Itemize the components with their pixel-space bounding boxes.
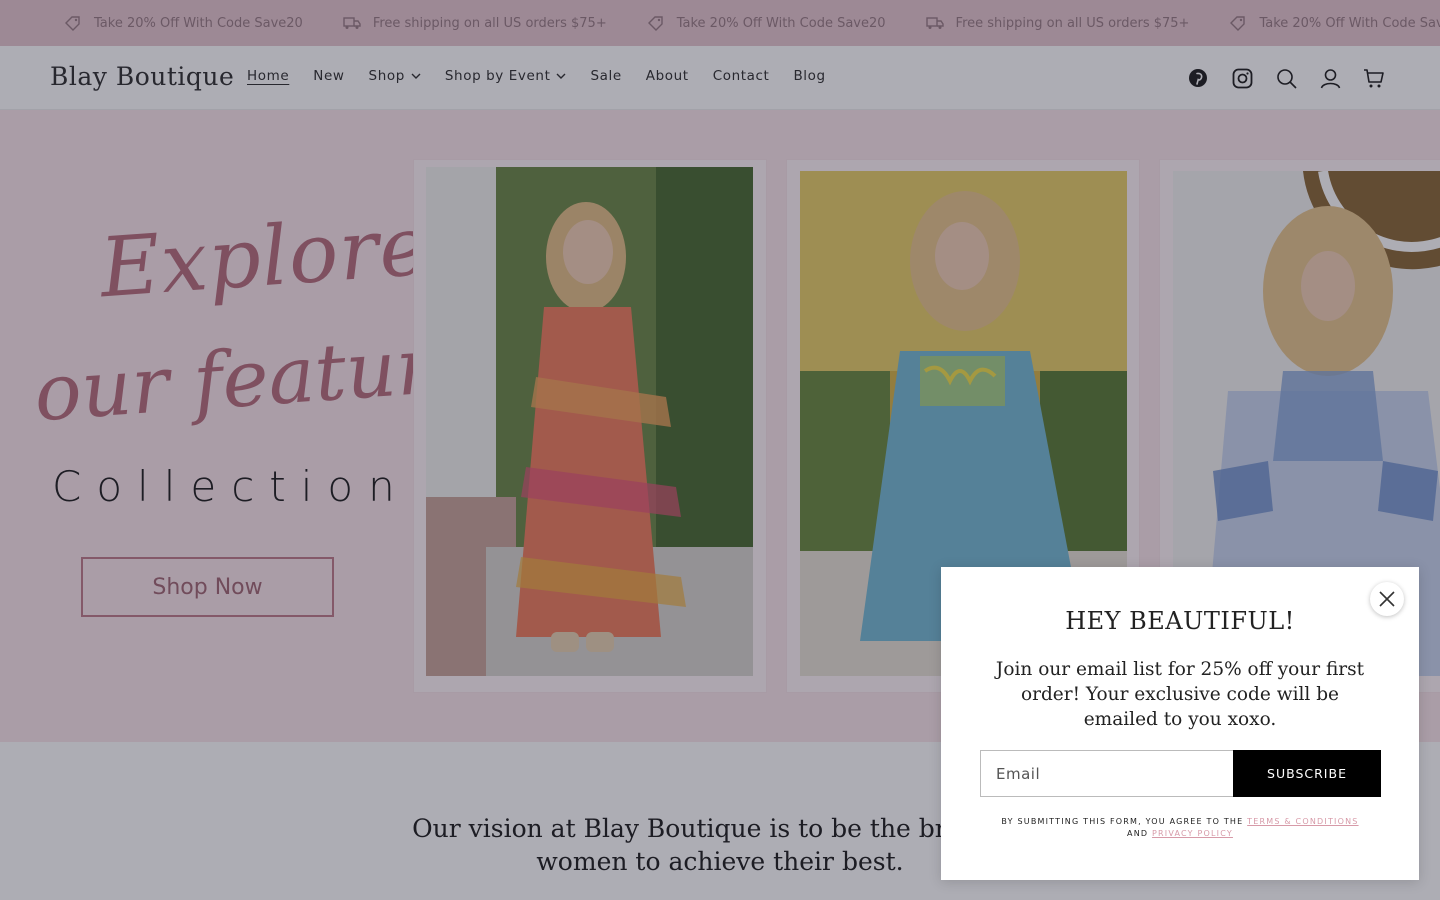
popup-title: HEY BEAUTIFUL!	[1065, 607, 1295, 635]
email-form: SUBSCRIBE	[980, 750, 1381, 797]
legal-text: BY SUBMITTING THIS FORM, YOU AGREE TO TH…	[981, 816, 1379, 840]
legal-and: AND	[1127, 829, 1149, 838]
close-icon	[1379, 591, 1395, 607]
privacy-link[interactable]: PRIVACY POLICY	[1152, 829, 1233, 838]
subscribe-button[interactable]: SUBSCRIBE	[1233, 750, 1381, 797]
email-signup-popup: HEY BEAUTIFUL! Join our email list for 2…	[941, 567, 1419, 880]
email-input[interactable]	[980, 750, 1233, 797]
terms-link[interactable]: TERMS & CONDITIONS	[1247, 817, 1358, 826]
legal-prefix: BY SUBMITTING THIS FORM, YOU AGREE TO TH…	[1001, 817, 1244, 826]
popup-description: Join our email list for 25% off your fir…	[995, 659, 1365, 730]
